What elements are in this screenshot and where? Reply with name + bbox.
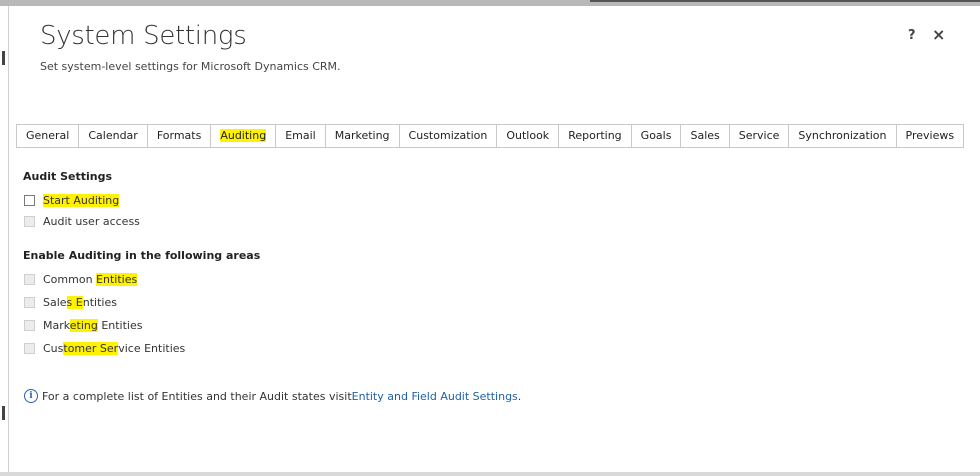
marketing-entities-label: Marketing Entities	[43, 318, 143, 332]
tab-label: Auditing	[220, 129, 267, 142]
tab-label: Calendar	[88, 129, 138, 142]
common-entities-label: Common Entities	[43, 272, 138, 286]
audit-info-note: i For a complete list of Entities and th…	[24, 389, 521, 403]
tab-label: General	[26, 129, 70, 142]
audit-user-access-label: Audit user access	[43, 214, 140, 228]
frame-marker	[2, 51, 5, 65]
tab-general[interactable]: General	[16, 125, 80, 147]
tab-label: Previews	[905, 129, 955, 142]
start-auditing-row: Start Auditing	[24, 192, 120, 208]
info-text: For a complete list of Entities and thei…	[42, 389, 352, 403]
customer-service-entities-label: Customer Service Entities	[43, 341, 186, 355]
system-settings-dialog: System Settings Set system-level setting…	[10, 6, 976, 472]
sales-entities-checkbox[interactable]	[24, 296, 35, 308]
tab-marketing[interactable]: Marketing	[326, 125, 400, 147]
tab-formats[interactable]: Formats	[148, 125, 212, 147]
tab-label: Formats	[156, 129, 202, 142]
marketing-entities-checkbox[interactable]	[24, 319, 35, 331]
tab-previews[interactable]: Previews	[897, 125, 965, 147]
entity-field-audit-settings-link[interactable]: Entity and Field Audit Settings	[352, 390, 518, 403]
close-button[interactable]: ×	[932, 25, 945, 44]
frame-marker	[2, 406, 5, 420]
settings-tab-bar: General Calendar Formats Auditing Email …	[16, 124, 965, 148]
start-auditing-checkbox[interactable]	[24, 194, 35, 206]
audit-user-access-row: Audit user access	[24, 213, 140, 229]
common-entities-row: Common Entities	[24, 271, 138, 287]
tab-outlook[interactable]: Outlook	[497, 125, 560, 147]
audit-user-access-checkbox[interactable]	[24, 215, 35, 227]
info-suffix: .	[517, 389, 522, 403]
tab-label: Customization	[408, 129, 488, 142]
tab-label: Synchronization	[798, 129, 887, 142]
common-entities-checkbox[interactable]	[24, 273, 35, 285]
tab-email[interactable]: Email	[276, 125, 326, 147]
info-icon: i	[24, 389, 38, 403]
tab-label: Outlook	[506, 129, 550, 142]
audit-settings-heading: Audit Settings	[23, 170, 112, 183]
dialog-title: System Settings	[40, 21, 247, 51]
tab-auditing[interactable]: Auditing	[211, 125, 277, 147]
start-auditing-label: Start Auditing	[43, 193, 120, 207]
tab-synchronization[interactable]: Synchronization	[789, 125, 897, 147]
tab-label: Sales	[690, 129, 720, 142]
customer-service-entities-checkbox[interactable]	[24, 342, 35, 354]
tab-customization[interactable]: Customization	[400, 125, 498, 147]
tab-calendar[interactable]: Calendar	[79, 125, 148, 147]
tab-label: Service	[738, 129, 780, 142]
tab-label: Reporting	[568, 129, 622, 142]
tab-label: Goals	[640, 129, 672, 142]
tab-label: Email	[285, 129, 316, 142]
window-frame-left	[0, 6, 9, 476]
sales-entities-row: Sales Entities	[24, 294, 117, 310]
dialog-subtitle: Set system-level settings for Microsoft …	[40, 60, 341, 73]
sales-entities-label: Sales Entities	[43, 295, 117, 309]
window-frame-top-line	[590, 0, 980, 2]
tab-goals[interactable]: Goals	[632, 125, 682, 147]
tab-sales[interactable]: Sales	[681, 125, 730, 147]
tab-service[interactable]: Service	[730, 125, 790, 147]
window-frame-bottom	[0, 472, 980, 476]
customer-service-entities-row: Customer Service Entities	[24, 340, 185, 356]
marketing-entities-row: Marketing Entities	[24, 317, 142, 333]
help-button[interactable]: ?	[908, 28, 916, 43]
tab-reporting[interactable]: Reporting	[559, 125, 632, 147]
tab-label: Marketing	[334, 129, 390, 142]
enable-auditing-heading: Enable Auditing in the following areas	[23, 249, 261, 262]
